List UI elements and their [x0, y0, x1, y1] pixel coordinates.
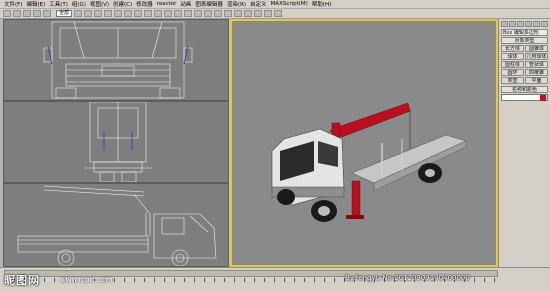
command-panel: Box 编辑多边形 对象类型 长方体 圆锥体 球体 几何球体 圆柱体 管状体 圆…: [498, 19, 550, 267]
geosphere-button[interactable]: 几何球体: [525, 53, 548, 60]
select-rotate-icon[interactable]: [124, 10, 133, 17]
select-by-name-icon[interactable]: [84, 10, 93, 17]
menu-animation[interactable]: 动画: [180, 0, 191, 8]
primitive-type-dropdown[interactable]: Box 编辑多边形: [501, 29, 548, 36]
rectangular-selection-icon[interactable]: [94, 10, 103, 17]
viewport-side[interactable]: [3, 183, 229, 267]
material-editor-icon[interactable]: [244, 10, 253, 17]
menu-graph-editors[interactable]: 图表编辑器: [195, 0, 223, 8]
object-type-grid: 长方体 圆锥体 球体 几何球体 圆柱体 管状体 圆环 四棱锥 茶壶 平面: [501, 45, 548, 84]
viewport-front[interactable]: [3, 19, 229, 101]
bind-space-warp-icon[interactable]: [43, 10, 51, 17]
utilities-tab-icon[interactable]: [541, 21, 548, 27]
pivot-center-icon[interactable]: [154, 10, 163, 17]
teapot-button[interactable]: 茶壶: [501, 77, 524, 84]
menu-tools[interactable]: 工具(T): [49, 0, 68, 8]
menu-bar: 文件(F) 编辑(E) 工具(T) 组(G) 视图(V) 创建(C) 修改器 r…: [0, 0, 550, 9]
cylinder-button[interactable]: 圆柱体: [501, 61, 524, 68]
menu-edit[interactable]: 编辑(E): [26, 0, 45, 8]
viewport-perspective[interactable]: [230, 19, 498, 267]
schematic-view-icon[interactable]: [234, 10, 243, 17]
window-crossing-icon[interactable]: [104, 10, 113, 17]
unlink-icon[interactable]: [33, 10, 41, 17]
menu-modifiers[interactable]: 修改器: [136, 0, 153, 8]
menu-create[interactable]: 创建(C): [113, 0, 132, 8]
tube-button[interactable]: 管状体: [525, 61, 548, 68]
command-panel-tabs: [501, 21, 548, 27]
motion-tab-icon[interactable]: [525, 21, 532, 27]
pyramid-button[interactable]: 四棱锥: [525, 69, 548, 76]
modify-tab-icon[interactable]: [509, 21, 516, 27]
align-icon[interactable]: [204, 10, 213, 17]
render-frame-icon[interactable]: [264, 10, 273, 17]
object-color-swatch[interactable]: [540, 95, 546, 101]
cone-button[interactable]: 圆锥体: [525, 45, 548, 52]
undo-icon[interactable]: [3, 10, 11, 17]
watermark-url: www.nipic.com: [60, 276, 113, 284]
box-button[interactable]: 长方体: [501, 45, 524, 52]
reference-coord-icon[interactable]: [144, 10, 153, 17]
menu-views[interactable]: 视图(V): [90, 0, 109, 8]
select-object-icon[interactable]: [74, 10, 83, 17]
quick-render-icon[interactable]: [274, 10, 283, 17]
display-tab-icon[interactable]: [533, 21, 540, 27]
create-tab-icon[interactable]: [501, 21, 508, 27]
crane-truck-render: [271, 102, 467, 222]
side-wireframe-view: [17, 185, 217, 266]
mirror-icon[interactable]: [194, 10, 203, 17]
watermark-logo: 昵图网: [4, 274, 40, 287]
curve-editor-icon[interactable]: [224, 10, 233, 17]
layer-manager-icon[interactable]: [214, 10, 223, 17]
hierarchy-tab-icon[interactable]: [517, 21, 524, 27]
menu-maxscript[interactable]: MAXScript(M): [271, 1, 308, 7]
angle-snap-icon[interactable]: [174, 10, 183, 17]
torus-button[interactable]: 圆环: [501, 69, 524, 76]
viewport-left[interactable]: [3, 101, 229, 183]
menu-rendering[interactable]: 渲染(R): [227, 0, 246, 8]
menu-help[interactable]: 帮助(H): [312, 0, 331, 8]
name-and-color-rollout[interactable]: 名称和颜色: [501, 86, 548, 93]
percent-snap-icon[interactable]: [184, 10, 193, 17]
watermark-id: By:fengyu No:20120909140400000: [345, 274, 470, 282]
select-scale-icon[interactable]: [134, 10, 143, 17]
link-icon[interactable]: [23, 10, 31, 17]
plane-button[interactable]: 平面: [525, 77, 548, 84]
object-name-field[interactable]: [501, 94, 548, 101]
redo-icon[interactable]: [13, 10, 21, 17]
menu-customize[interactable]: 自定义: [250, 0, 267, 8]
menu-group[interactable]: 组(G): [72, 0, 86, 8]
front-wireframe-view: [43, 21, 193, 99]
sphere-button[interactable]: 球体: [501, 53, 524, 60]
snaps-toggle-icon[interactable]: [164, 10, 173, 17]
selection-filter-dropdown[interactable]: 全部: [56, 10, 73, 17]
left-wireframe-view: [84, 102, 152, 182]
object-type-rollout[interactable]: 对象类型: [501, 37, 548, 44]
main-toolbar: 全部: [0, 9, 550, 19]
select-move-icon[interactable]: [114, 10, 123, 17]
menu-reactor[interactable]: reactor: [157, 1, 177, 7]
render-setup-icon[interactable]: [254, 10, 263, 17]
menu-file[interactable]: 文件(F): [4, 0, 22, 8]
